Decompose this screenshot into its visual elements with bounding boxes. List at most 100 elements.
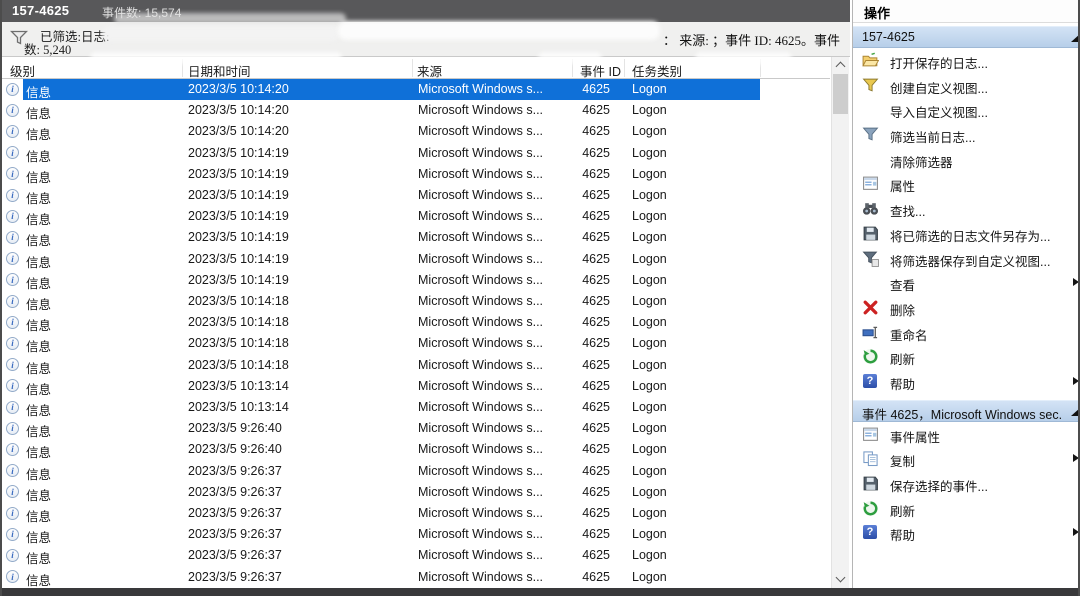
table-row[interactable]: i信息2023/3/5 9:26:37Microsoft Windows s..… bbox=[2, 461, 830, 482]
datetime-cell: 2023/3/5 9:26:40 bbox=[188, 442, 282, 456]
information-level-icon: i bbox=[6, 316, 19, 329]
action-item-label: 创建自定义视图... bbox=[890, 78, 988, 97]
rename-icon bbox=[862, 324, 879, 341]
action-item[interactable]: 创建自定义视图... bbox=[853, 73, 1078, 98]
table-row[interactable]: i信息2023/3/5 9:26:37Microsoft Windows s..… bbox=[2, 567, 830, 588]
action-item[interactable]: 删除 bbox=[853, 295, 1078, 320]
action-item[interactable]: 属性 bbox=[853, 171, 1078, 196]
scroll-up-button[interactable] bbox=[832, 57, 849, 74]
table-row[interactable]: i信息2023/3/5 10:13:14Microsoft Windows s.… bbox=[2, 376, 830, 397]
action-item[interactable]: 清除筛选器 bbox=[853, 147, 1078, 172]
level-cell: 信息 bbox=[26, 315, 51, 334]
action-item-label: 查找... bbox=[890, 201, 925, 220]
information-level-icon: i bbox=[6, 507, 19, 520]
table-row[interactable]: i信息2023/3/5 10:14:18Microsoft Windows s.… bbox=[2, 291, 830, 312]
information-level-icon: i bbox=[6, 125, 19, 138]
task-category-cell: Logon bbox=[632, 336, 667, 350]
information-level-icon: i bbox=[6, 167, 19, 180]
datetime-cell: 2023/3/5 9:26:37 bbox=[188, 527, 282, 541]
column-header[interactable]: 事件 ID bbox=[580, 61, 621, 80]
action-item[interactable]: 导入自定义视图... bbox=[853, 97, 1078, 122]
task-category-cell: Logon bbox=[632, 315, 667, 329]
none-icon bbox=[862, 274, 879, 291]
window-bottom-edge bbox=[2, 588, 1080, 596]
column-header[interactable]: 级别 bbox=[10, 61, 35, 80]
table-row[interactable]: i信息2023/3/5 10:14:19Microsoft Windows s.… bbox=[2, 206, 830, 227]
information-level-icon: i bbox=[6, 104, 19, 117]
table-row[interactable]: i信息2023/3/5 10:14:20Microsoft Windows s.… bbox=[2, 79, 830, 100]
task-category-cell: Logon bbox=[632, 167, 667, 181]
collapse-icon[interactable] bbox=[1071, 34, 1080, 42]
action-item[interactable]: 重命名 bbox=[853, 320, 1078, 345]
collapse-icon[interactable] bbox=[1071, 408, 1080, 416]
scroll-down-button[interactable] bbox=[832, 571, 849, 588]
log-header-bar: 157-4625 事件数: 15,574 bbox=[2, 0, 850, 22]
action-section-header[interactable]: 157-4625 bbox=[853, 26, 1078, 48]
column-header[interactable]: 任务类别 bbox=[632, 61, 682, 80]
action-item[interactable]: 将筛选器保存到自定义视图... bbox=[853, 246, 1078, 271]
datetime-cell: 2023/3/5 9:26:37 bbox=[188, 464, 282, 478]
table-row[interactable]: i信息2023/3/5 9:26:40Microsoft Windows s..… bbox=[2, 439, 830, 460]
table-row[interactable]: i信息2023/3/5 10:13:14Microsoft Windows s.… bbox=[2, 397, 830, 418]
task-category-cell: Logon bbox=[632, 230, 667, 244]
level-cell: 信息 bbox=[26, 188, 51, 207]
table-row[interactable]: i信息2023/3/5 10:14:20Microsoft Windows s.… bbox=[2, 100, 830, 121]
action-item[interactable]: 刷新 bbox=[853, 496, 1078, 521]
table-row[interactable]: i信息2023/3/5 10:14:19Microsoft Windows s.… bbox=[2, 227, 830, 248]
table-row[interactable]: i信息2023/3/5 10:14:19Microsoft Windows s.… bbox=[2, 249, 830, 270]
action-item[interactable]: ?帮助 bbox=[853, 520, 1078, 545]
action-item[interactable]: 打开保存的日志... bbox=[853, 48, 1078, 73]
datetime-cell: 2023/3/5 10:14:19 bbox=[188, 252, 289, 266]
event-id-cell: 4625 bbox=[562, 209, 610, 223]
task-category-cell: Logon bbox=[632, 188, 667, 202]
column-header[interactable]: 来源 bbox=[417, 61, 442, 80]
table-row[interactable]: i信息2023/3/5 10:14:18Microsoft Windows s.… bbox=[2, 333, 830, 354]
column-divider bbox=[182, 59, 183, 77]
action-item[interactable]: 将已筛选的日志文件另存为... bbox=[853, 221, 1078, 246]
event-id-cell: 4625 bbox=[562, 315, 610, 329]
table-row[interactable]: i信息2023/3/5 9:26:37Microsoft Windows s..… bbox=[2, 545, 830, 566]
source-cell: Microsoft Windows s... bbox=[418, 400, 543, 414]
event-id-cell: 4625 bbox=[562, 273, 610, 287]
datetime-cell: 2023/3/5 10:13:14 bbox=[188, 379, 289, 393]
datetime-cell: 2023/3/5 10:14:18 bbox=[188, 294, 289, 308]
action-item[interactable]: 事件属性 bbox=[853, 422, 1078, 447]
task-category-cell: Logon bbox=[632, 570, 667, 584]
action-item[interactable]: ?帮助 bbox=[853, 369, 1078, 394]
vertical-scrollbar[interactable] bbox=[831, 57, 849, 588]
chevron-up-icon bbox=[836, 62, 846, 72]
action-item[interactable]: 刷新 bbox=[853, 344, 1078, 369]
scrollbar-thumb[interactable] bbox=[833, 74, 848, 114]
table-row[interactable]: i信息2023/3/5 10:14:19Microsoft Windows s.… bbox=[2, 143, 830, 164]
action-item[interactable]: 查找... bbox=[853, 196, 1078, 221]
table-row[interactable]: i信息2023/3/5 9:26:37Microsoft Windows s..… bbox=[2, 524, 830, 545]
table-row[interactable]: i信息2023/3/5 9:26:40Microsoft Windows s..… bbox=[2, 418, 830, 439]
source-cell: Microsoft Windows s... bbox=[418, 209, 543, 223]
table-row[interactable]: i信息2023/3/5 10:14:19Microsoft Windows s.… bbox=[2, 270, 830, 291]
action-item[interactable]: 筛选当前日志... bbox=[853, 122, 1078, 147]
column-divider bbox=[760, 59, 761, 77]
table-row[interactable]: i信息2023/3/5 10:14:19Microsoft Windows s.… bbox=[2, 185, 830, 206]
delete-icon bbox=[862, 299, 879, 316]
level-cell: 信息 bbox=[26, 506, 51, 525]
table-row[interactable]: i信息2023/3/5 10:14:20Microsoft Windows s.… bbox=[2, 121, 830, 142]
save-icon bbox=[862, 475, 879, 492]
level-cell: 信息 bbox=[26, 103, 51, 122]
table-row[interactable]: i信息2023/3/5 10:14:19Microsoft Windows s.… bbox=[2, 164, 830, 185]
table-row[interactable]: i信息2023/3/5 10:14:18Microsoft Windows s.… bbox=[2, 312, 830, 333]
action-item[interactable]: 复制 bbox=[853, 446, 1078, 471]
table-row[interactable]: i信息2023/3/5 10:14:18Microsoft Windows s.… bbox=[2, 355, 830, 376]
datetime-cell: 2023/3/5 10:14:19 bbox=[188, 146, 289, 160]
column-header[interactable]: 日期和时间 bbox=[188, 61, 251, 80]
event-id-cell: 4625 bbox=[562, 358, 610, 372]
information-level-icon: i bbox=[6, 485, 19, 498]
event-id-cell: 4625 bbox=[562, 485, 610, 499]
level-cell: 信息 bbox=[26, 124, 51, 143]
binoculars-icon bbox=[862, 200, 879, 217]
table-row[interactable]: i信息2023/3/5 9:26:37Microsoft Windows s..… bbox=[2, 482, 830, 503]
action-item[interactable]: 查看 bbox=[853, 270, 1078, 295]
submenu-arrow-icon bbox=[1073, 278, 1079, 286]
action-section-header[interactable]: 事件 4625，Microsoft Windows sec... bbox=[853, 400, 1078, 422]
table-row[interactable]: i信息2023/3/5 9:26:37Microsoft Windows s..… bbox=[2, 503, 830, 524]
action-item[interactable]: 保存选择的事件... bbox=[853, 471, 1078, 496]
